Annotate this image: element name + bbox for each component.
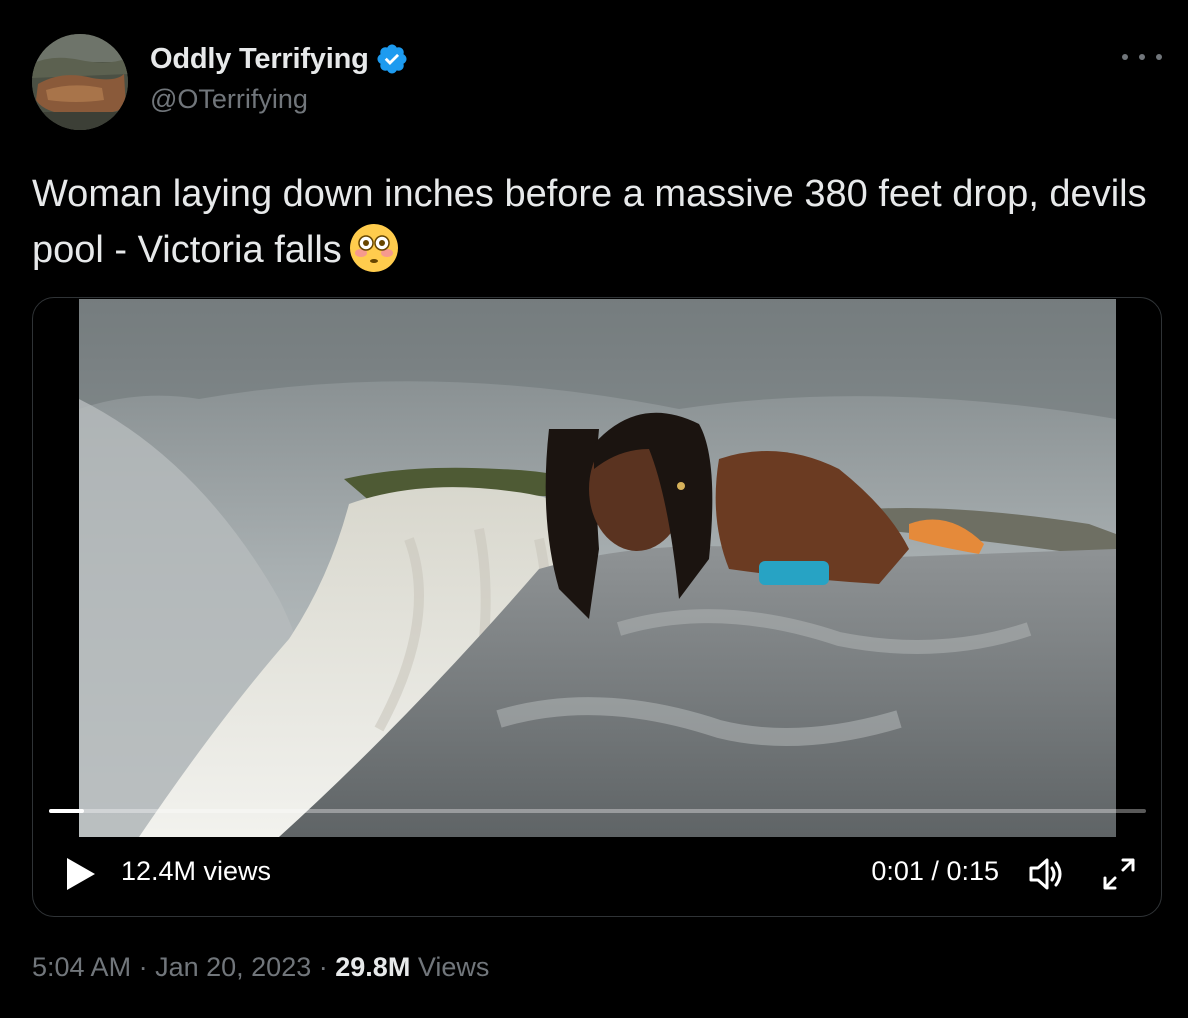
video-duration: 0:15	[946, 856, 999, 886]
author-handle[interactable]: @OTerrifying	[150, 84, 308, 115]
tweet-date[interactable]: Jan 20, 2023	[155, 952, 311, 982]
verified-badge-icon	[375, 42, 409, 76]
video-progress-fill	[49, 809, 85, 813]
video-view-count: 12.4M views	[121, 856, 272, 886]
video-elapsed: 0:01	[871, 856, 924, 886]
tweet-text: Woman laying down inches before a massiv…	[32, 166, 1152, 278]
meta-separator: ·	[318, 952, 328, 982]
tweet-views-count: 29.8M	[335, 952, 411, 982]
tweet-time[interactable]: 5:04 AM	[32, 952, 131, 982]
video-time-separator: /	[931, 856, 939, 886]
author-display-name[interactable]: Oddly Terrifying	[150, 43, 369, 76]
meta-separator: ·	[138, 952, 148, 982]
dot	[1156, 54, 1162, 60]
tweet-text-body: Woman laying down inches before a massiv…	[32, 173, 1147, 271]
volume-icon[interactable]	[1027, 856, 1067, 892]
dot	[1139, 54, 1145, 60]
more-options-icon[interactable]	[1122, 42, 1162, 72]
play-icon[interactable]	[61, 854, 101, 894]
flushed-face-icon	[348, 222, 400, 274]
avatar[interactable]	[32, 34, 128, 130]
tweet-views-label: Views	[417, 952, 490, 982]
video-progress-bar[interactable]	[49, 809, 1146, 813]
dot	[1122, 54, 1128, 60]
tweet-meta: 5:04 AM · Jan 20, 2023 · 29.8M Views	[32, 952, 489, 983]
video-player[interactable]: 12.4M views 0:01 / 0:15	[32, 297, 1162, 917]
video-frame-image	[79, 299, 1116, 837]
author-name-row[interactable]: Oddly Terrifying	[150, 42, 409, 76]
avatar-image	[32, 34, 128, 130]
video-frame[interactable]	[79, 299, 1116, 837]
video-time: 0:01 / 0:15	[871, 856, 999, 887]
fullscreen-icon[interactable]	[1099, 854, 1139, 894]
